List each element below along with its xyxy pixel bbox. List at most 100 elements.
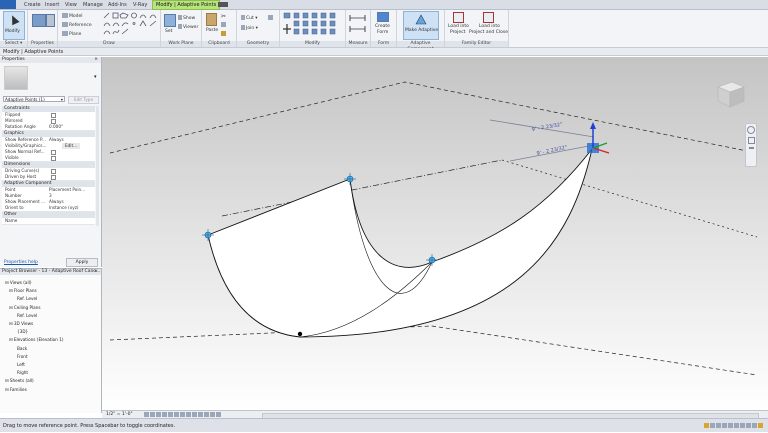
browser-tree-item[interactable]: Right [17, 370, 28, 375]
roof-surface[interactable] [207, 148, 593, 338]
visibility-edit-button[interactable]: Edit... [62, 143, 81, 149]
tab-modify-adaptive-points[interactable]: Modify | Adaptive Points [152, 0, 221, 10]
load-and-close-button[interactable]: Load into [479, 24, 500, 29]
navbar-menu-icon[interactable] [748, 147, 754, 149]
match-type-icon[interactable] [221, 31, 227, 37]
browser-tree-item[interactable]: ⊟ Sheets (all) [5, 378, 34, 383]
browser-tree-item[interactable]: ⊟ 3D Views [9, 321, 33, 326]
tab-vray[interactable]: V-Ray [133, 1, 147, 9]
dimension-label-2: 9' - 2 23/32" [536, 145, 568, 157]
measure-icons[interactable] [349, 13, 367, 35]
browser-tree-item[interactable]: Back [17, 346, 27, 351]
tab-add-ins[interactable]: Add-Ins [108, 1, 127, 9]
zoom-icon[interactable] [747, 137, 755, 144]
close-icon[interactable]: × [94, 57, 98, 63]
browser-tree-item[interactable]: Ref. Level [17, 313, 37, 318]
driven-by-host-checkbox[interactable] [51, 175, 56, 180]
browser-tree-item[interactable]: ⊟ Elevations (Elevation 1) [9, 337, 64, 342]
viewer-icon [178, 24, 182, 29]
browser-item-label: 3D Views [13, 321, 34, 326]
copy-icon[interactable] [221, 22, 227, 28]
cut-clipboard-icon[interactable]: ✂ [221, 13, 226, 20]
viewer-button[interactable]: Viewer [178, 24, 198, 30]
steering-wheel-icon[interactable] [747, 126, 755, 134]
family-editor-panel: Load into Project Load into Project and … [445, 10, 509, 47]
tab-create[interactable]: Create [24, 1, 41, 9]
browser-item-label: Floor Plans [13, 288, 37, 294]
reference-line-button[interactable]: Reference [62, 22, 92, 28]
browser-tree-item[interactable]: ⊟ Ceiling Plans [9, 305, 41, 310]
status-text: Drag to move reference point. Press Spac… [3, 423, 176, 429]
browser-tree-item[interactable]: ⊟ Families [5, 387, 27, 392]
orient-to-field[interactable]: Instance (xyz) [49, 205, 79, 211]
create-form-button[interactable]: Create [375, 24, 390, 29]
back-plane-outline [109, 81, 753, 154]
draw-tools-icons[interactable] [102, 12, 157, 36]
reference-plane-button[interactable]: Plane [62, 31, 81, 37]
browser-item-label: Back [17, 345, 28, 351]
model-canvas[interactable]: 9' - 2 23/32" 9' - 2 23/32" [102, 57, 768, 411]
section-constraints[interactable]: Constraints [2, 106, 95, 112]
modify-button[interactable]: Modify [3, 11, 25, 40]
browser-item-label: Front [17, 353, 28, 359]
number-field[interactable]: 3 [49, 193, 52, 199]
edit-type-button[interactable]: Edit Type [68, 96, 99, 104]
show-placement-field[interactable]: Always [49, 199, 64, 205]
form-label: Form [377, 30, 389, 35]
properties-icon[interactable] [32, 14, 46, 27]
apply-button[interactable]: Apply [66, 258, 98, 267]
point-field[interactable]: Placement Poin... [49, 187, 85, 193]
geometry-extra-icon[interactable] [268, 15, 274, 21]
browser-tree-item[interactable]: ⊟ Floor Plans [9, 288, 37, 293]
section-dimensions[interactable]: Dimensions [2, 162, 95, 168]
properties-help-link[interactable]: Properties help [4, 260, 38, 265]
status-bar-icons[interactable] [704, 419, 764, 433]
browser-tree-item[interactable]: Left [17, 362, 25, 367]
ribbon: Modify Select ▾ Properties Model Referen… [0, 10, 768, 52]
join-geometry-button[interactable]: Join ▾ [241, 25, 258, 31]
clipboard-panel-label: Clipboard [202, 41, 236, 47]
navigation-bar [745, 123, 757, 167]
type-properties-icon[interactable] [46, 14, 55, 27]
surface-low-point[interactable] [297, 331, 303, 337]
rotation-angle-field[interactable]: 0.000° [49, 124, 63, 130]
selected-adaptive-point-gizmo[interactable] [587, 122, 610, 154]
prop-row-driven-by-host: Driven by Host [2, 174, 95, 181]
browser-tree-item[interactable]: {3D} [17, 329, 28, 334]
type-selector-arrow-icon[interactable]: ▾ [94, 74, 97, 80]
viewcube-icon[interactable] [714, 79, 746, 109]
viewcube[interactable] [714, 79, 746, 109]
tab-view[interactable]: View [65, 1, 77, 9]
browser-tree-item[interactable]: ⊟ Views (all) [5, 280, 31, 285]
3d-viewport[interactable]: 9' - 2 23/32" 9' - 2 23/32" [102, 57, 768, 411]
set-workplane-button[interactable]: Set [165, 29, 172, 34]
show-workplane-button[interactable]: Show [178, 15, 195, 21]
tab-manage[interactable]: Manage [83, 1, 103, 9]
properties-scrollbar[interactable] [96, 106, 99, 226]
make-adaptive-button[interactable]: Make Adaptive [403, 11, 439, 40]
browser-item-label: Families [9, 386, 27, 392]
close-icon[interactable]: × [94, 269, 98, 275]
join-geometry-icon [241, 25, 245, 30]
browser-tree-item[interactable]: Front [17, 354, 28, 359]
show-reference-field[interactable]: Always [49, 137, 64, 143]
modify-tools-icons[interactable] [283, 12, 343, 36]
panel-toggle-icon[interactable] [218, 2, 228, 7]
geometry-panel: Cut ▾ Join ▾ Geometry [237, 10, 280, 47]
visible-checkbox[interactable] [51, 156, 56, 161]
browser-tree-item[interactable]: Ref. Level [17, 296, 37, 301]
draw-panel-label: Draw [58, 41, 160, 47]
application-menu-button[interactable] [0, 0, 16, 9]
cut-geometry-button[interactable]: Cut ▾ [241, 15, 257, 21]
paste-button[interactable]: Paste [206, 28, 218, 33]
section-adaptive-component[interactable]: Adaptive Component [2, 181, 95, 187]
instance-filter-dropdown[interactable]: Adaptive Points (1) ▾ [3, 96, 65, 102]
section-graphics[interactable]: Graphics [2, 131, 95, 137]
section-other[interactable]: Other [2, 212, 95, 218]
dimension-annotations[interactable]: 9' - 2 23/32" 9' - 2 23/32" [489, 119, 595, 162]
tab-insert[interactable]: Insert [45, 1, 59, 9]
model-line-button[interactable]: Model [62, 13, 83, 19]
select-panel-label[interactable]: Select ▾ [0, 41, 27, 47]
load-into-project-button[interactable]: Load into [448, 24, 469, 29]
load-into-project-icon [453, 12, 464, 23]
